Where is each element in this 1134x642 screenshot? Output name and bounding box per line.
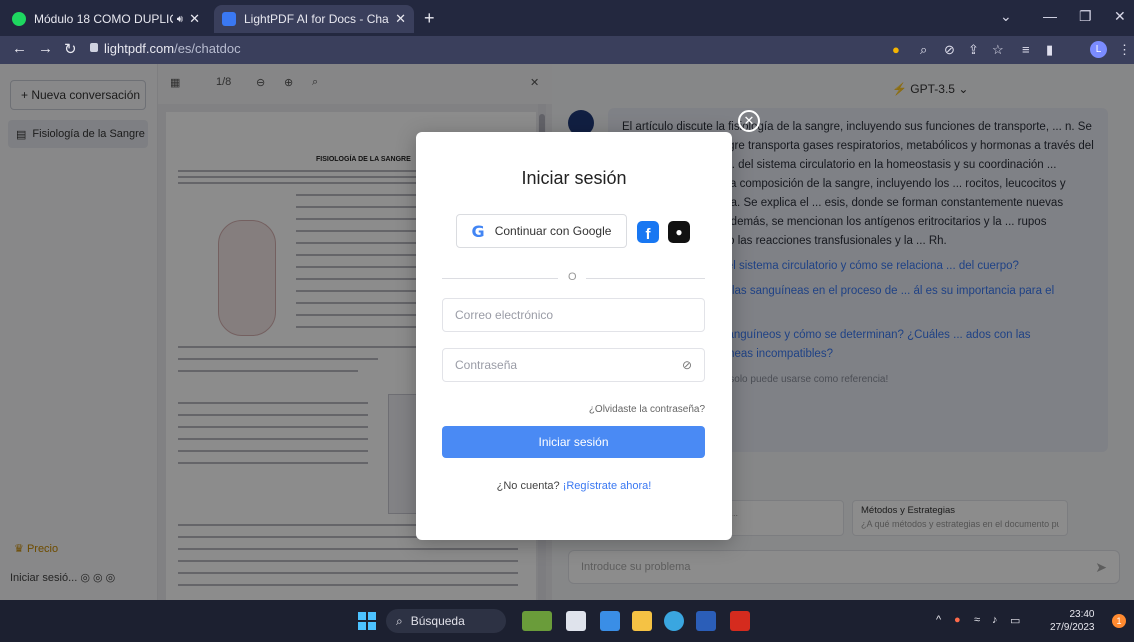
or-separator: O <box>566 271 579 283</box>
spotify-icon <box>12 12 26 26</box>
wifi-icon[interactable]: ≈ <box>974 614 980 626</box>
clock-date: 27/9/2023 <box>1050 622 1095 633</box>
tab-lightpdf[interactable]: LightPDF AI for Docs - Chatea c ✕ <box>214 5 414 33</box>
tab-title: Módulo 18 COMO DUPLICA <box>34 12 173 26</box>
taskbar-clock[interactable]: 23:40 27/9/2023 <box>1050 608 1095 634</box>
audio-icon[interactable]: 🔊︎ <box>177 14 183 25</box>
divider-line <box>586 278 705 279</box>
file-explorer-icon[interactable] <box>632 611 652 631</box>
zoom-icon[interactable]: ⌕ <box>920 42 927 58</box>
windows-taskbar: ⌕ Búsqueda ^ ● ≈ ♪ ▭ 23:40 27/9/2023 1 <box>0 600 1134 642</box>
acrobat-icon[interactable] <box>730 611 750 631</box>
close-modal-icon[interactable]: ✕ <box>738 110 760 132</box>
lightpdf-icon <box>222 12 236 26</box>
password-input[interactable] <box>455 358 675 372</box>
url-path: /es/chatdoc <box>174 41 241 56</box>
taskbar-search[interactable]: ⌕ Búsqueda <box>386 609 506 633</box>
share-icon[interactable]: ⇪ <box>968 42 979 58</box>
search-icon: ⌕ <box>396 613 403 628</box>
facebook-icon: f <box>645 226 651 243</box>
email-field[interactable] <box>442 298 705 332</box>
reload-icon[interactable]: ↻ <box>64 40 77 58</box>
address-bar: ← → ↻ lightpdf.com/es/chatdoc ● ⌕ ⊘ ⇪ ☆ … <box>0 36 1134 64</box>
back-icon[interactable]: ← <box>12 40 27 57</box>
signup-prompt: ¿No cuenta? ¡Regístrate ahora! <box>416 480 732 492</box>
profile-avatar[interactable]: L <box>1090 41 1107 58</box>
task-view-icon[interactable] <box>566 611 586 631</box>
chrome-icon[interactable] <box>664 611 684 631</box>
forgot-password-link[interactable]: ¿Olvidaste la contraseña? <box>589 404 705 415</box>
password-field[interactable]: ⊘ <box>442 348 705 382</box>
forward-icon[interactable]: → <box>38 40 53 57</box>
no-account-text: ¿No cuenta? <box>496 480 560 492</box>
restore-icon[interactable]: ❐ <box>1079 8 1092 25</box>
reading-list-icon[interactable]: ≡ <box>1022 42 1030 57</box>
side-panel-icon[interactable]: ▮ <box>1046 42 1053 58</box>
close-tab-icon[interactable]: ✕ <box>189 11 200 27</box>
login-modal: Iniciar sesión G Continuar con Google f … <box>416 132 732 540</box>
register-link[interactable]: ¡Regístrate ahora! <box>563 480 652 492</box>
minimize-icon[interactable]: — <box>1043 8 1057 24</box>
eye-off-icon[interactable]: ⊘ <box>944 42 955 58</box>
google-button-label: Continuar con Google <box>494 224 612 238</box>
search-label: Búsqueda <box>410 614 465 628</box>
close-window-icon[interactable]: ✕ <box>1114 8 1126 25</box>
url-host: lightpdf.com <box>104 41 175 56</box>
word-icon[interactable] <box>696 611 716 631</box>
tab-title: LightPDF AI for Docs - Chatea c <box>244 12 389 26</box>
apple-icon: ● <box>675 225 683 239</box>
windows-start-icon[interactable] <box>358 612 376 630</box>
screen: Módulo 18 COMO DUPLICA 🔊︎ ✕ LightPDF AI … <box>0 0 1134 642</box>
url-field[interactable]: lightpdf.com/es/chatdoc <box>104 41 241 56</box>
tray-app-icon[interactable]: ● <box>954 614 961 626</box>
google-g-icon: G <box>471 221 485 241</box>
tab-search-icon[interactable]: ⌄ <box>1000 8 1012 25</box>
tray-chevron-icon[interactable]: ^ <box>936 614 941 626</box>
bookmark-star-icon[interactable]: ☆ <box>992 42 1004 58</box>
new-tab-button[interactable]: + <box>424 8 435 29</box>
notification-badge[interactable]: 1 <box>1112 614 1126 628</box>
eye-off-icon[interactable]: ⊘ <box>682 358 692 372</box>
volume-icon[interactable]: ♪ <box>992 614 998 626</box>
divider-line <box>442 278 558 279</box>
tab-spotify[interactable]: Módulo 18 COMO DUPLICA 🔊︎ ✕ <box>4 5 208 33</box>
login-submit-button[interactable]: Iniciar sesión <box>442 426 705 458</box>
lock-icon[interactable] <box>90 43 98 52</box>
widgets-icon[interactable] <box>522 611 552 631</box>
email-input[interactable] <box>455 308 675 322</box>
store-icon[interactable] <box>600 611 620 631</box>
battery-icon[interactable]: ▭ <box>1010 614 1020 627</box>
close-tab-icon[interactable]: ✕ <box>395 11 406 27</box>
apple-login-button[interactable]: ● <box>668 221 690 243</box>
modal-title: Iniciar sesión <box>521 168 627 188</box>
google-login-button[interactable]: G Continuar con Google <box>456 214 627 248</box>
browser-tab-bar: Módulo 18 COMO DUPLICA 🔊︎ ✕ LightPDF AI … <box>0 0 1134 36</box>
facebook-login-button[interactable]: f <box>637 221 659 243</box>
menu-dots-icon[interactable]: ⋮ <box>1118 42 1131 58</box>
google-icon[interactable]: ● <box>892 42 900 57</box>
clock-time: 23:40 <box>1069 609 1095 620</box>
